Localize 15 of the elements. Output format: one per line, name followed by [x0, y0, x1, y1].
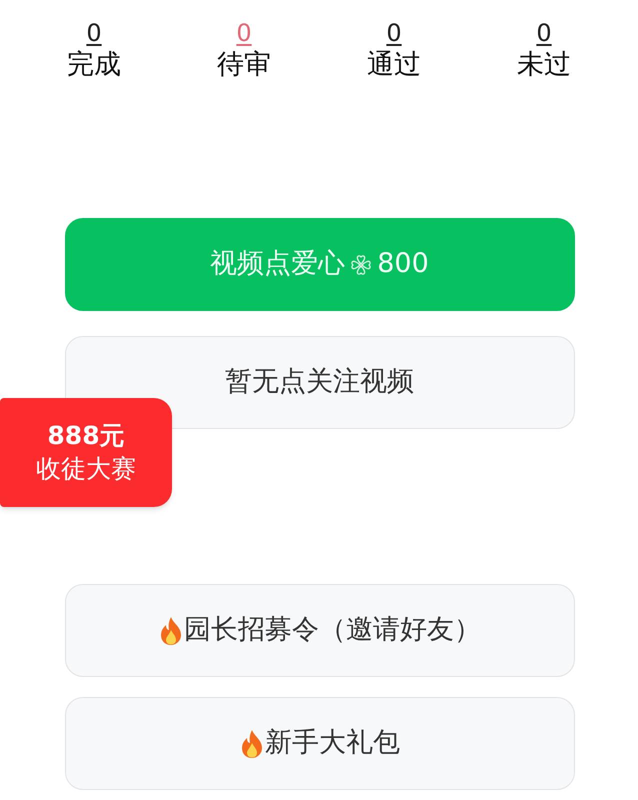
- stat-label: 通过: [367, 48, 421, 82]
- stat-count: 0: [386, 18, 402, 48]
- fire-icon: [239, 728, 265, 758]
- promo-badge[interactable]: 888元 收徒大赛: [0, 398, 172, 507]
- stat-label: 待审: [217, 48, 271, 82]
- stat-count: 0: [536, 18, 552, 48]
- stat-label: 未过: [517, 48, 571, 82]
- promo-title: 收徒大赛: [36, 452, 136, 484]
- stat-count: 0: [86, 18, 102, 48]
- stat-count: 0: [236, 18, 252, 48]
- menu-button[interactable]: 园长招募令（邀请好友）: [64, 584, 574, 677]
- stat-label: 完成: [67, 48, 121, 82]
- clover-icon: [349, 252, 374, 276]
- fire-icon: [158, 616, 184, 646]
- menu-button[interactable]: 新手大礼包: [64, 697, 574, 790]
